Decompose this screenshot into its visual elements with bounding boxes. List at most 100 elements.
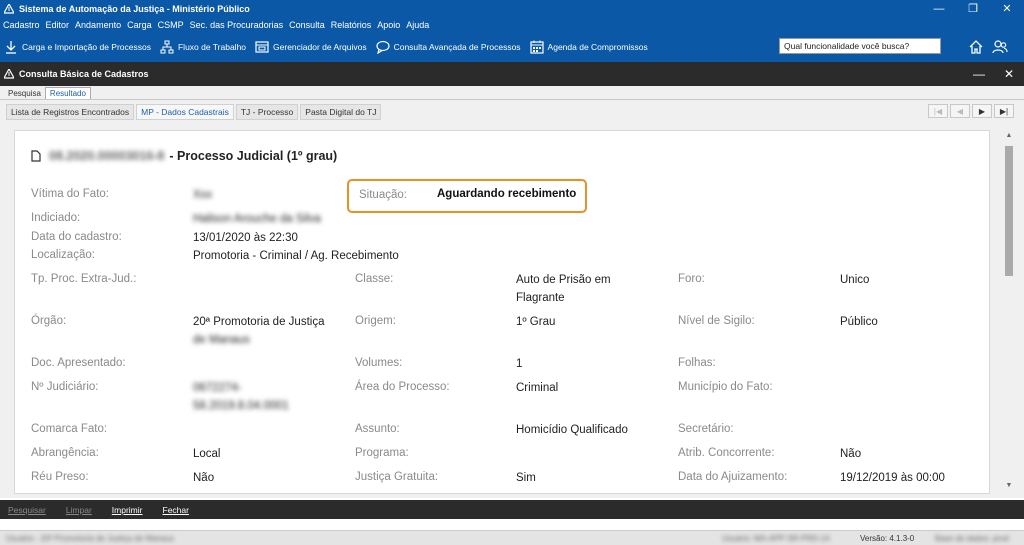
numero-judiciario-value: 0672274- [193,382,242,394]
origem-label: Origem: [355,315,396,327]
consulta-avancada-button[interactable]: Consulta Avançada de Processos [375,40,521,54]
foro-value: Unico [840,274,870,286]
first-record-button[interactable]: |◀ [928,104,948,118]
next-record-button[interactable]: ▶ [972,104,992,118]
programa-label: Programa: [355,447,409,459]
tab-pesquisa[interactable]: Pesquisa [4,88,45,99]
situacao-highlight: Situação: Aguardando recebimento [347,179,587,213]
menu-relatorios[interactable]: Relatórios [331,20,372,30]
title-bar: Sistema de Automação da Justiça - Minist… [0,0,1024,17]
home-icon[interactable] [968,39,984,55]
menu-cadastro[interactable]: Cadastro [3,20,40,30]
carga-importacao-button[interactable]: Carga e Importação de Processos [4,40,151,54]
record-panel: 08.2020.00003016-8 - Processo Judicial (… [14,130,990,494]
numero-judiciario-label: Nº Judiciário: [31,381,99,393]
localizacao-label: Localização: [31,249,95,261]
download-icon [6,41,16,54]
orgao-label: Órgão: [31,315,67,327]
imprimir-button[interactable]: Imprimir [112,505,143,515]
functionality-search-input[interactable]: Qual funcionalidade você busca? [779,38,941,54]
atrib-concorrente-value: Não [840,448,862,460]
inner-window-title: Consulta Básica de Cadastros [19,69,149,79]
last-record-button[interactable]: ▶| [994,104,1014,118]
folhas-label: Folhas: [678,357,716,369]
close-window-button[interactable]: ✕ [990,0,1024,17]
search-chat-icon [375,40,390,54]
record-heading: 08.2020.00003016-8 - Processo Judicial (… [31,149,337,163]
orgao-value: 20ª Promotoria de Justiça [193,316,325,328]
fluxo-trabalho-button[interactable]: Fluxo de Trabalho [160,40,246,54]
app-logo-icon [4,3,14,14]
orgao-value-line2: de Manaus [193,334,250,346]
indiciado-value: Halison Arouche da Silva [193,213,321,225]
minimize-button[interactable]: — [922,0,956,17]
carga-importacao-label: Carga e Importação de Processos [22,42,151,52]
justica-gratuita-label: Justiça Gratuita: [355,471,439,483]
menu-sec-procuradorias[interactable]: Sec. das Procuradorias [190,20,284,30]
calendar-icon [529,40,544,54]
data-ajuizamento-value: 19/12/2019 às 00:00 [840,472,945,484]
inner-window-header: Consulta Básica de Cadastros — ✕ [0,62,1024,86]
vitima-label: Vítima do Fato: [31,188,109,200]
tab-mp-dados-cadastrais[interactable]: MP - Dados Cadastrais [136,104,234,120]
window-title: Sistema de Automação da Justiça - Minist… [19,3,250,14]
origem-value: 1º Grau [516,316,556,328]
restore-button[interactable]: ❐ [956,0,990,17]
assunto-value: Homicídio Qualificado [516,424,628,436]
document-icon [31,150,41,162]
classe-value-line2: Flagrante [516,292,565,304]
volumes-value: 1 [516,358,523,370]
scroll-up-icon[interactable]: ▲ [1002,132,1016,144]
menu-editor[interactable]: Editor [46,20,70,30]
tab-pasta-digital-tj[interactable]: Pasta Digital do TJ [300,104,382,120]
localizacao-value: Promotoria - Criminal / Ag. Recebimento [193,250,399,262]
menu-consulta[interactable]: Consulta [289,20,325,30]
app-logo-icon [4,69,14,79]
consulta-avancada-label: Consulta Avançada de Processos [393,42,521,52]
tab-tj-processo[interactable]: TJ - Processo [235,104,299,120]
record-title: - Processo Judicial (1º grau) [169,149,338,163]
scroll-thumb[interactable] [1005,146,1013,276]
menu-carga[interactable]: Carga [127,20,152,30]
limpar-button[interactable]: Limpar [66,505,92,515]
justica-gratuita-value: Sim [516,472,536,484]
secretario-label: Secretário: [678,423,734,435]
toolbar: Carga e Importação de Processos Fluxo de… [0,32,1024,62]
scroll-down-icon[interactable]: ▼ [1002,482,1016,494]
classe-label: Classe: [355,273,394,285]
users-icon[interactable] [992,39,1008,55]
menu-andamento[interactable]: Andamento [75,20,121,30]
menu-csmp[interactable]: CSMP [158,20,184,30]
fluxo-trabalho-label: Fluxo de Trabalho [177,42,247,52]
menu-apoio[interactable]: Apoio [377,20,400,30]
file-manager-icon [255,41,269,53]
abrangencia-value: Local [193,448,221,460]
pesquisar-button[interactable]: Pesquisar [8,505,46,515]
tab-lista-registros[interactable]: Lista de Registros Encontrados [6,104,135,120]
nivel-sigilo-value: Público [840,316,878,328]
top-tabs: Pesquisa Resultado [0,86,1024,100]
nivel-sigilo-label: Nível de Sigilo: [678,315,755,327]
vitima-value: Xxx [193,189,213,201]
minimize-inner-button[interactable]: — [964,67,994,81]
status-bar: Usuário - 20ª Promotoria de Justiça de M… [0,530,1024,545]
agenda-compromissos-button[interactable]: Agenda de Compromissos [529,40,648,54]
area-processo-label: Área do Processo: [355,381,450,393]
reu-preso-label: Réu Preso: [31,471,89,483]
command-bar: Pesquisar Limpar Imprimir Fechar [0,500,1024,519]
workflow-icon [160,40,174,54]
assunto-label: Assunto: [355,423,400,435]
data-cadastro-value: 13/01/2020 às 22:30 [193,232,298,244]
status-user: Usuário: MA-APP-SR-PRD-14 [722,533,830,543]
menu-ajuda[interactable]: Ajuda [406,20,429,30]
vertical-scrollbar[interactable]: ▲ ▼ [1002,130,1016,494]
data-ajuizamento-label: Data do Ajuizamento: [678,471,788,483]
gerenciador-arquivos-label: Gerenciador de Arquivos [273,42,367,52]
previous-record-button[interactable]: ◀ [950,104,970,118]
situacao-value: Aguardando recebimento [437,188,577,200]
record-number: 08.2020.00003016-8 [49,149,165,163]
close-inner-button[interactable]: ✕ [994,67,1024,81]
gerenciador-arquivos-button[interactable]: Gerenciador de Arquivos [255,40,367,54]
tab-resultado[interactable]: Resultado [44,87,91,99]
fechar-button[interactable]: Fechar [163,505,189,515]
